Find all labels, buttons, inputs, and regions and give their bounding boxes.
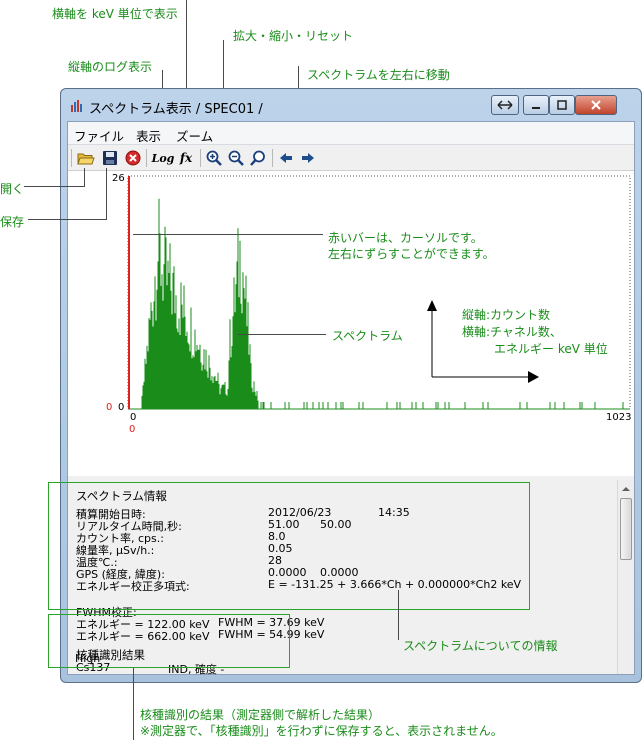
annotation-log: 縦軸のログ表示	[68, 60, 153, 74]
minimize-icon	[532, 107, 540, 109]
annotation-kev-axis: 横軸を keV 単位で表示	[52, 7, 178, 21]
annotation-shift: スペクトラムを左右に移動	[307, 68, 450, 82]
delete-icon	[125, 150, 141, 166]
leader-result	[133, 668, 134, 740]
toolbar-separator	[146, 149, 147, 167]
zoom-out-button[interactable]	[226, 148, 246, 168]
leader-info	[398, 590, 399, 640]
resize-button[interactable]	[491, 95, 519, 115]
annotation-cursor-2: 左右にずらすことができます。	[328, 247, 495, 261]
app-icon	[71, 100, 82, 112]
open-folder-icon	[77, 153, 95, 165]
zoom-in-icon	[206, 150, 222, 166]
zoom-reset-icon	[250, 150, 265, 166]
arrow-left-icon	[280, 153, 292, 163]
menu-zoom[interactable]: ズーム	[176, 126, 213, 145]
scroll-up-icon[interactable]	[618, 482, 634, 496]
annotation-cursor-1: 赤いバーは、カーソルです。	[328, 231, 483, 245]
toolbar-grip	[71, 149, 72, 167]
toolbar-separator	[200, 149, 201, 167]
arrow-right-icon	[302, 153, 314, 163]
resize-icon	[497, 100, 513, 110]
scroll-thumb[interactable]	[620, 498, 632, 560]
minimize-button[interactable]	[523, 95, 549, 115]
log-scale-button[interactable]: Log	[151, 148, 175, 168]
zoom-in-button[interactable]	[204, 148, 224, 168]
leader-open-v	[84, 168, 85, 187]
leader-open	[24, 186, 84, 187]
x-min-label: 0	[130, 412, 137, 423]
leader-spectrum	[238, 334, 326, 335]
annotation-result-2: ※測定器で、「核種識別」を行わずに保存すると、表示されません。	[140, 724, 503, 738]
kev-axis-button[interactable]: fx	[176, 148, 196, 168]
maximize-button[interactable]	[549, 95, 575, 115]
close-button[interactable]	[575, 95, 617, 115]
x-max-label: 1023	[606, 412, 632, 423]
axes-arrows	[427, 300, 539, 383]
cursor-position-label: 0	[129, 424, 136, 435]
toolbar-separator	[272, 149, 273, 167]
nuclide-result-highlight	[48, 614, 290, 668]
annotation-zoom: 拡大・縮小・リセット	[233, 29, 354, 43]
title-bar[interactable]: スペクトラム表示 / SPEC01 /	[61, 89, 641, 121]
annotation-info: スペクトラムについての情報	[403, 639, 558, 653]
menu-file[interactable]: ファイル	[74, 126, 124, 145]
shift-right-button[interactable]	[298, 148, 318, 168]
spectrum-info-highlight	[48, 482, 530, 610]
zoom-reset-button[interactable]	[248, 148, 268, 168]
annotation-save: 保存	[0, 215, 25, 229]
menu-bar: ファイル 表示 ズーム	[68, 122, 634, 145]
delete-button[interactable]	[123, 148, 143, 168]
close-icon	[591, 100, 601, 110]
save-button[interactable]	[100, 148, 120, 168]
shift-left-button[interactable]	[276, 148, 296, 168]
y-max-label: 26	[112, 173, 125, 184]
annotation-result-1: 核種識別の結果（測定器側で解析した結果）	[140, 708, 381, 722]
save-disk-icon	[103, 151, 117, 165]
y-min-cursor-label: 0	[106, 402, 113, 413]
leader-save-v	[106, 168, 107, 220]
y-min-label: 0	[118, 402, 125, 413]
toolbar: Log fx	[68, 145, 634, 171]
leader-cursor	[133, 234, 323, 235]
info-scrollbar[interactable]	[617, 480, 634, 674]
window-title: スペクトラム表示 / SPEC01 /	[89, 102, 263, 117]
zoom-out-icon	[228, 150, 244, 166]
annotation-spectrum: スペクトラム	[332, 329, 403, 343]
annotation-open: 開く	[0, 182, 25, 196]
menu-view[interactable]: 表示	[136, 126, 161, 145]
maximize-icon	[557, 100, 567, 110]
open-button[interactable]	[76, 148, 96, 168]
leader-save	[28, 219, 106, 220]
